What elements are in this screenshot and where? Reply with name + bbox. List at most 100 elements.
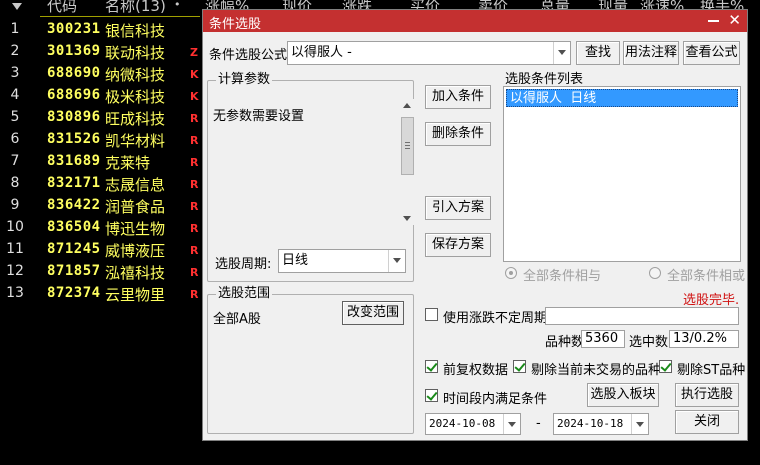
view-formula-button[interactable]: 查看公式: [683, 41, 740, 65]
stock-row[interactable]: 2 301369 联动科技 Z: [0, 41, 205, 63]
condition-list[interactable]: 以得服人 日线: [503, 86, 741, 262]
formula-select[interactable]: 以得服人 -: [287, 41, 571, 65]
stock-row[interactable]: 3 688690 纳微科技 K: [0, 63, 205, 85]
calc-params-title: 计算参数: [216, 72, 273, 87]
params-scrollbar[interactable]: [400, 99, 415, 225]
stock-name: 志晟信息: [105, 176, 166, 194]
col-header-dot: •: [174, 0, 181, 11]
irregular-period-input[interactable]: [545, 307, 739, 325]
stock-row[interactable]: 11 871245 威博液压 R: [0, 239, 205, 261]
select-to-block-button[interactable]: 选股入板块: [587, 383, 659, 407]
stock-code: 688690: [47, 65, 101, 81]
selected-value: 13/0.2%: [673, 331, 727, 346]
row-index: 5: [10, 109, 20, 125]
row-index: 13: [6, 285, 24, 301]
irregular-period-checkbox[interactable]: [425, 308, 438, 321]
chevron-down-icon[interactable]: [388, 250, 405, 272]
count-value: 5360: [585, 331, 619, 346]
stock-name: 克莱特: [105, 154, 151, 172]
condition-item-label: 以得服人 日线: [510, 91, 597, 106]
pre-adjust-checkbox[interactable]: [425, 360, 438, 373]
date-from-picker[interactable]: 2024-10-08: [425, 413, 521, 435]
exclude-st-label: 剔除ST品种: [677, 363, 746, 378]
stock-name: 润普食品: [105, 198, 166, 216]
condition-item[interactable]: 以得服人 日线: [506, 89, 738, 107]
stock-flag: R: [190, 222, 199, 235]
stock-flag: K: [190, 90, 199, 103]
search-button[interactable]: 查找: [576, 41, 620, 65]
time-range-checkbox[interactable]: [425, 389, 438, 402]
period-value: 日线: [282, 253, 309, 268]
selected-field: 13/0.2%: [669, 330, 739, 348]
stock-flag: R: [190, 288, 199, 301]
date-separator: -: [536, 416, 541, 431]
row-index: 12: [6, 263, 24, 279]
sort-desc-icon[interactable]: [12, 3, 22, 10]
chevron-down-icon[interactable]: [553, 42, 570, 64]
stock-code: 831689: [47, 153, 101, 169]
minimize-icon[interactable]: [708, 20, 719, 22]
stock-row[interactable]: 1 300231 银信科技: [0, 19, 205, 41]
exclude-untraded-checkbox[interactable]: [513, 360, 526, 373]
change-scope-button[interactable]: 改变范围: [342, 301, 404, 325]
row-index: 11: [6, 241, 24, 257]
stock-code: 688696: [47, 87, 101, 103]
usage-notes-button[interactable]: 用法注释: [623, 41, 679, 65]
stock-code: 872374: [47, 285, 101, 301]
execute-button[interactable]: 执行选股: [675, 383, 739, 407]
condition-list-label: 选股条件列表: [505, 72, 584, 87]
no-params-text: 无参数需要设置: [213, 109, 305, 124]
row-index: 6: [10, 131, 20, 147]
formula-value: 以得服人 -: [291, 45, 352, 60]
stock-code: 300231: [47, 21, 101, 37]
calendar-dropdown-icon[interactable]: [631, 414, 648, 434]
exclude-st-checkbox[interactable]: [659, 360, 672, 373]
stock-row[interactable]: 10 836504 博迅生物 R: [0, 217, 205, 239]
close-icon[interactable]: ✕: [728, 12, 741, 28]
stock-row[interactable]: 5 830896 旺成科技 R: [0, 107, 205, 129]
delete-condition-button[interactable]: 删除条件: [425, 122, 491, 146]
stock-flag: R: [190, 266, 199, 279]
stock-code: 836504: [47, 219, 101, 235]
stock-flag: R: [190, 112, 199, 125]
stock-name: 凯华材料: [105, 132, 166, 150]
stock-row[interactable]: 4 688696 极米科技 K: [0, 85, 205, 107]
count-field: 5360: [581, 330, 625, 348]
dialog-titlebar[interactable]: 条件选股 ✕: [203, 10, 747, 32]
row-index: 10: [6, 219, 24, 235]
scroll-thumb[interactable]: [401, 117, 414, 175]
stock-code: 832171: [47, 175, 101, 191]
date-to-picker[interactable]: 2024-10-18: [553, 413, 649, 435]
close-button[interactable]: 关闭: [675, 410, 739, 434]
period-select[interactable]: 日线: [278, 249, 406, 273]
stock-flag: R: [190, 178, 199, 191]
selected-label: 选中数: [629, 335, 669, 350]
add-condition-button[interactable]: 加入条件: [425, 85, 491, 109]
stock-flag: R: [190, 200, 199, 213]
stock-row[interactable]: 7 831689 克莱特 R: [0, 151, 205, 173]
exclude-untraded-label: 剔除当前未交易的品种: [531, 363, 662, 378]
stock-name: 云里物里: [105, 286, 166, 304]
count-label: 品种数: [545, 335, 585, 350]
stock-row[interactable]: 9 836422 润普食品 R: [0, 195, 205, 217]
stock-code: 836422: [47, 197, 101, 213]
stock-name: 银信科技: [105, 22, 166, 40]
col-header-name[interactable]: 名称(13): [105, 0, 166, 15]
stock-code: 831526: [47, 131, 101, 147]
period-label: 选股周期:: [215, 257, 272, 272]
stock-row[interactable]: 8 832171 志晟信息 R: [0, 173, 205, 195]
all-or-radio[interactable]: [649, 267, 661, 279]
col-header-code[interactable]: 代码: [47, 0, 77, 15]
scroll-down-icon[interactable]: [403, 216, 411, 221]
save-plan-button[interactable]: 保存方案: [425, 233, 491, 257]
stock-name: 纳微科技: [105, 66, 166, 84]
stock-row[interactable]: 6 831526 凯华材料 R: [0, 129, 205, 151]
stock-row[interactable]: 12 871857 泓禧科技 R: [0, 261, 205, 283]
import-plan-button[interactable]: 引入方案: [425, 196, 491, 220]
stock-row[interactable]: 13 872374 云里物里 R: [0, 283, 205, 305]
all-and-radio[interactable]: [505, 267, 517, 279]
stock-name: 联动科技: [105, 44, 166, 62]
stock-flag: R: [190, 156, 199, 169]
scroll-up-icon[interactable]: [403, 103, 411, 108]
calendar-dropdown-icon[interactable]: [503, 414, 520, 434]
